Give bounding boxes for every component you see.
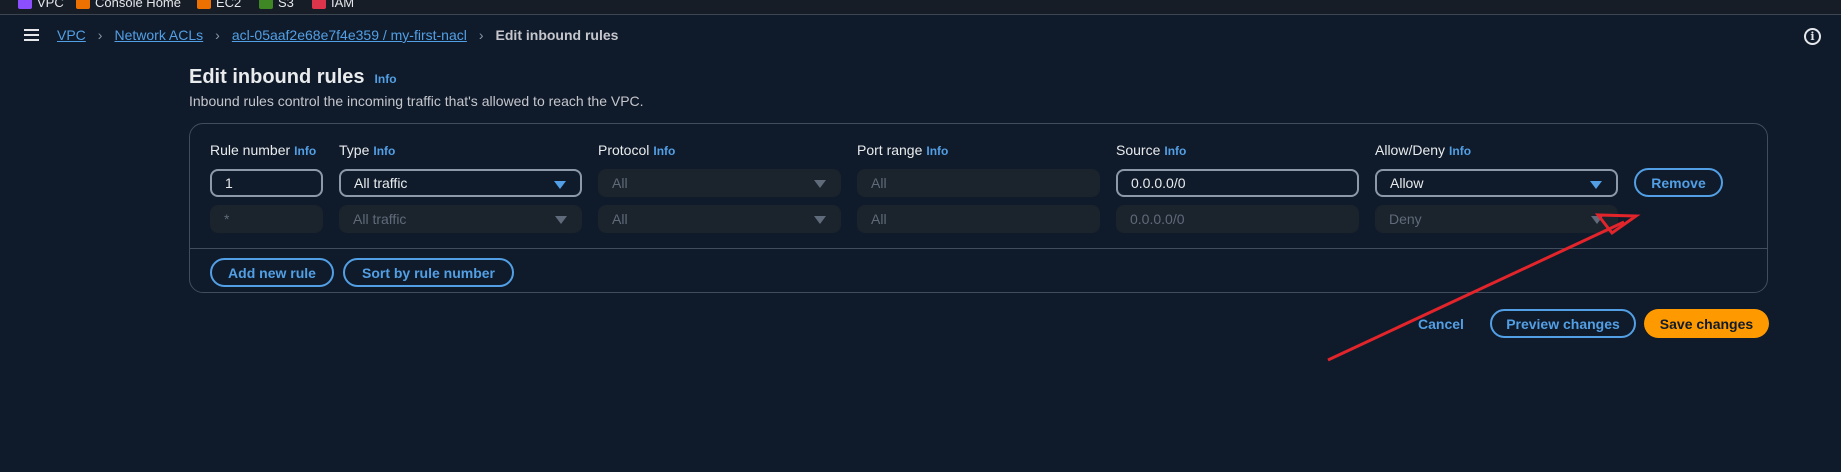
- port-range-input: All: [857, 169, 1100, 197]
- caret-down-icon: [1590, 181, 1602, 189]
- page-title-row: Edit inbound rules Info: [189, 66, 397, 89]
- info-link[interactable]: Info: [1449, 144, 1471, 158]
- breadcrumb-bar: VPC › Network ACLs › acl-05aaf2e68e7f4e3…: [0, 16, 1841, 56]
- header-type: Type Info: [339, 142, 395, 158]
- default-type-value: All traffic: [353, 211, 407, 227]
- header-port-range: Port range Info: [857, 142, 948, 158]
- header-allow-deny: Allow/Deny Info: [1375, 142, 1471, 158]
- s3-service-icon: [259, 0, 273, 9]
- title-info-link[interactable]: Info: [375, 72, 397, 86]
- favorite-iam[interactable]: IAM: [312, 0, 354, 10]
- favorites-bar: VPC Console Home EC2 S3 IAM: [0, 0, 1841, 15]
- breadcrumb-current: Edit inbound rules: [495, 27, 619, 43]
- breadcrumb: VPC › Network ACLs › acl-05aaf2e68e7f4e3…: [57, 27, 618, 43]
- favorite-label: EC2: [216, 0, 242, 10]
- caret-down-icon: [554, 181, 566, 189]
- chevron-right-icon: ›: [478, 27, 484, 43]
- remove-rule-button[interactable]: Remove: [1634, 168, 1723, 197]
- default-port-range: All: [857, 205, 1100, 233]
- default-source: 0.0.0.0/0: [1116, 205, 1359, 233]
- header-rule-number: Rule number Info: [210, 142, 316, 158]
- default-protocol-value: All: [612, 211, 628, 227]
- inbound-rules-panel: Rule number Info Type Info Protocol Info…: [189, 123, 1768, 293]
- favorite-label: IAM: [331, 0, 355, 10]
- info-link[interactable]: Info: [294, 144, 316, 158]
- favorite-label: S3: [278, 0, 294, 10]
- favorite-console-home[interactable]: Console Home: [76, 0, 181, 10]
- favorite-label: Console Home: [95, 0, 181, 10]
- favorite-s3[interactable]: S3: [259, 0, 294, 10]
- column-label: Protocol: [598, 142, 650, 158]
- preview-changes-button[interactable]: Preview changes: [1490, 309, 1636, 338]
- favorite-vpc[interactable]: VPC: [18, 0, 64, 10]
- menu-icon[interactable]: [24, 29, 39, 41]
- info-link[interactable]: Info: [1164, 144, 1186, 158]
- default-rule-number: *: [210, 205, 323, 233]
- allow-deny-select-value: Allow: [1390, 175, 1424, 191]
- header-source: Source Info: [1116, 142, 1186, 158]
- iam-service-icon: [312, 0, 326, 9]
- breadcrumb-acl[interactable]: acl-05aaf2e68e7f4e359 / my-first-nacl: [232, 27, 467, 43]
- chevron-right-icon: ›: [97, 27, 103, 43]
- protocol-select: All: [598, 169, 841, 197]
- info-link[interactable]: Info: [653, 144, 675, 158]
- sort-by-rule-number-button[interactable]: Sort by rule number: [343, 258, 514, 287]
- column-label: Type: [339, 142, 370, 158]
- ec2-service-icon: [197, 0, 211, 9]
- rule-number-input[interactable]: 1: [210, 169, 323, 197]
- default-allow-deny-select: Deny: [1375, 205, 1618, 233]
- page-description: Inbound rules control the incoming traff…: [189, 93, 644, 109]
- default-allow-deny-value: Deny: [1389, 211, 1422, 227]
- column-label: Allow/Deny: [1375, 142, 1446, 158]
- panel-divider: [190, 248, 1767, 249]
- protocol-select-value: All: [612, 175, 628, 191]
- default-type-select: All traffic: [339, 205, 582, 233]
- type-select-value: All traffic: [354, 175, 408, 191]
- breadcrumb-vpc[interactable]: VPC: [57, 27, 86, 43]
- page-title: Edit inbound rules: [189, 66, 365, 88]
- caret-down-icon: [814, 216, 826, 224]
- vpc-service-icon: [18, 0, 32, 9]
- save-changes-button[interactable]: Save changes: [1644, 309, 1769, 338]
- favorite-label: VPC: [37, 0, 64, 10]
- caret-down-icon: [1591, 216, 1603, 224]
- allow-deny-select[interactable]: Allow: [1375, 169, 1618, 197]
- column-label: Rule number: [210, 142, 291, 158]
- default-protocol-select: All: [598, 205, 841, 233]
- caret-down-icon: [555, 216, 567, 224]
- add-new-rule-button[interactable]: Add new rule: [210, 258, 334, 287]
- caret-down-icon: [814, 180, 826, 188]
- column-label: Source: [1116, 142, 1161, 158]
- info-link[interactable]: Info: [373, 144, 395, 158]
- info-circle-icon[interactable]: i: [1804, 28, 1821, 45]
- console-home-icon: [76, 0, 90, 9]
- favorite-ec2[interactable]: EC2: [197, 0, 241, 10]
- source-input[interactable]: 0.0.0.0/0: [1116, 169, 1359, 197]
- column-label: Port range: [857, 142, 923, 158]
- header-protocol: Protocol Info: [598, 142, 675, 158]
- type-select[interactable]: All traffic: [339, 169, 582, 197]
- chevron-right-icon: ›: [215, 27, 220, 43]
- info-link[interactable]: Info: [926, 144, 948, 158]
- cancel-button[interactable]: Cancel: [1410, 309, 1472, 338]
- breadcrumb-network-acls[interactable]: Network ACLs: [114, 27, 203, 43]
